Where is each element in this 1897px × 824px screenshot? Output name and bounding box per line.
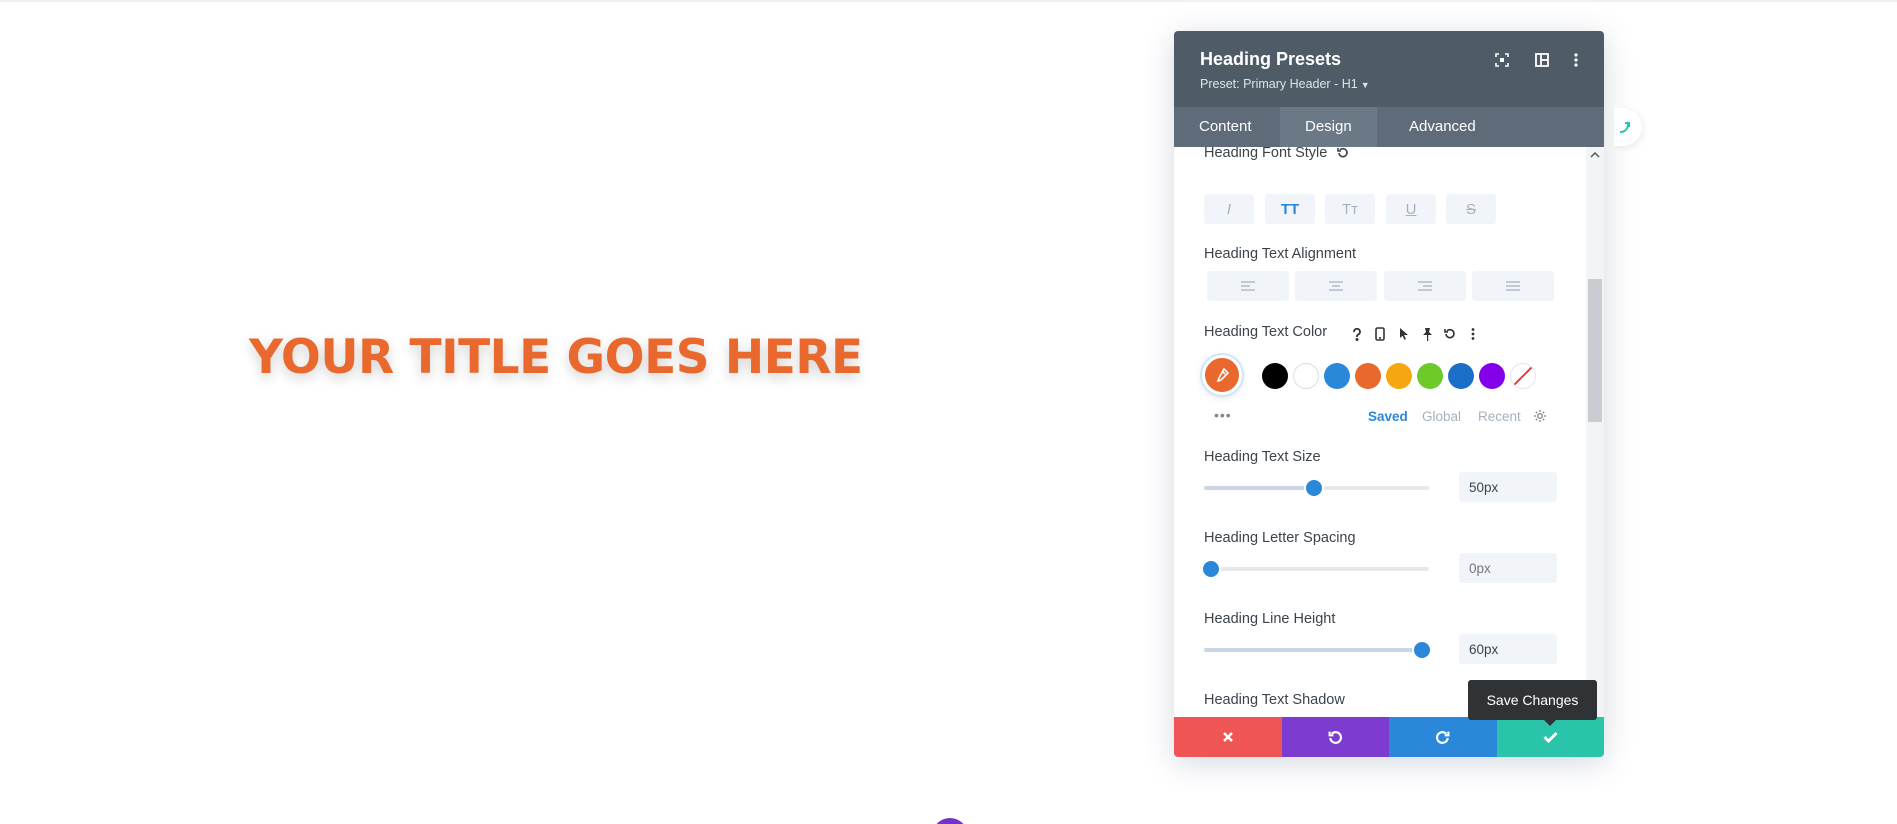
color-tab-saved[interactable]: Saved (1368, 409, 1408, 424)
chevron-up-icon[interactable] (1586, 147, 1604, 163)
font-style-capitalize-button[interactable]: Tт (1325, 194, 1375, 224)
text-alignment-label: Heading Text Alignment (1204, 246, 1357, 262)
font-style-label: Heading Font Style (1204, 147, 1349, 163)
pointer-icon[interactable] (1396, 326, 1412, 342)
color-picker-button[interactable] (1202, 355, 1242, 395)
save-changes-tooltip: Save Changes (1468, 680, 1597, 726)
check-icon (1543, 731, 1558, 743)
color-swatch-green[interactable] (1417, 363, 1443, 389)
color-swatch-white[interactable] (1293, 363, 1319, 389)
settings-panel: Heading Presets Preset: Primary Header -… (1174, 31, 1604, 757)
color-swatch-dark-blue[interactable] (1448, 363, 1474, 389)
align-right-icon (1418, 281, 1432, 291)
align-right-button[interactable] (1384, 271, 1466, 301)
font-style-underline-button[interactable]: U (1386, 194, 1436, 224)
slider-handle[interactable] (1306, 480, 1323, 496)
tab-advanced[interactable]: Advanced (1384, 107, 1501, 147)
font-style-label-text: Heading Font Style (1204, 147, 1328, 161)
close-icon (1222, 732, 1233, 742)
more-vertical-icon[interactable] (1465, 326, 1481, 342)
text-size-slider[interactable] (1204, 480, 1429, 496)
panel-footer (1174, 717, 1604, 757)
font-style-uppercase-button[interactable]: TT (1265, 194, 1315, 224)
line-height-input[interactable] (1459, 634, 1557, 664)
color-tab-global[interactable]: Global (1422, 409, 1461, 424)
color-swatch-black[interactable] (1262, 363, 1288, 389)
redo-icon (1436, 730, 1450, 744)
align-center-button[interactable] (1295, 271, 1377, 301)
slider-fill (1204, 486, 1315, 490)
letter-spacing-slider[interactable] (1202, 561, 1429, 577)
align-center-icon (1329, 281, 1343, 291)
preset-label: Preset: Primary Header - H1 (1200, 77, 1358, 91)
text-color-label: Heading Text Color (1204, 324, 1328, 340)
slider-fill (1204, 648, 1423, 652)
slider-handle[interactable] (1414, 642, 1431, 658)
preset-selector[interactable]: Preset: Primary Header - H1 ▼ (1200, 77, 1370, 91)
panel-tabs: Content Design Advanced (1174, 107, 1604, 147)
caret-down-icon: ▼ (1360, 80, 1370, 90)
align-left-icon (1241, 281, 1255, 291)
font-style-italic-button[interactable]: I (1204, 194, 1254, 224)
text-shadow-label: Heading Text Shadow (1204, 692, 1345, 708)
tab-content[interactable]: Content (1174, 107, 1277, 147)
undo-button[interactable] (1281, 717, 1389, 757)
line-height-slider[interactable] (1204, 642, 1431, 658)
page-heading[interactable]: YOUR TITLE GOES HERE (249, 330, 863, 385)
color-swatch-yellow[interactable] (1386, 363, 1412, 389)
color-tab-recent[interactable]: Recent (1478, 409, 1521, 424)
more-vertical-icon[interactable] (1567, 51, 1585, 69)
slider-handle[interactable] (1202, 561, 1219, 577)
undo-icon (1328, 730, 1342, 744)
align-justify-button[interactable] (1472, 271, 1554, 301)
panel-header[interactable]: Heading Presets Preset: Primary Header -… (1174, 31, 1604, 107)
scrollbar-thumb[interactable] (1588, 279, 1602, 422)
redo-button[interactable] (1389, 717, 1497, 757)
reset-icon[interactable] (1337, 147, 1349, 163)
letter-spacing-label: Heading Letter Spacing (1204, 530, 1356, 546)
text-size-input[interactable] (1459, 472, 1557, 502)
resize-arrow-icon (1619, 122, 1630, 133)
undo-icon[interactable] (1442, 326, 1458, 342)
panel-title: Heading Presets (1200, 49, 1342, 69)
color-swatch-blue[interactable] (1324, 363, 1350, 389)
tab-design[interactable]: Design (1280, 107, 1377, 147)
eyedropper-icon (1216, 367, 1230, 383)
align-justify-icon (1506, 281, 1520, 291)
text-size-label: Heading Text Size (1204, 449, 1321, 465)
color-swatch-purple[interactable] (1479, 363, 1505, 389)
gear-icon[interactable] (1533, 409, 1549, 425)
line-height-label: Heading Line Height (1204, 611, 1336, 627)
pin-icon[interactable] (1419, 326, 1435, 342)
panel-scroll-area[interactable]: Heading Font Style I TT Tт U S Heading T… (1174, 147, 1604, 717)
panel-side-toggle[interactable] (1614, 108, 1642, 146)
split-view-icon[interactable] (1533, 51, 1551, 69)
more-horizontal-icon[interactable]: ••• (1214, 407, 1232, 423)
color-swatch-none[interactable] (1510, 363, 1536, 389)
scrollbar[interactable] (1586, 147, 1604, 717)
focus-icon[interactable] (1493, 51, 1511, 69)
top-divider (0, 0, 1897, 2)
help-icon[interactable] (1349, 326, 1365, 342)
letter-spacing-input[interactable] (1459, 553, 1557, 583)
color-swatch-orange[interactable] (1355, 363, 1381, 389)
mobile-icon[interactable] (1372, 326, 1388, 342)
discard-button[interactable] (1174, 717, 1282, 757)
font-style-strikethrough-button[interactable]: S (1446, 194, 1496, 224)
add-section-button[interactable] (932, 818, 968, 824)
align-left-button[interactable] (1207, 271, 1289, 301)
